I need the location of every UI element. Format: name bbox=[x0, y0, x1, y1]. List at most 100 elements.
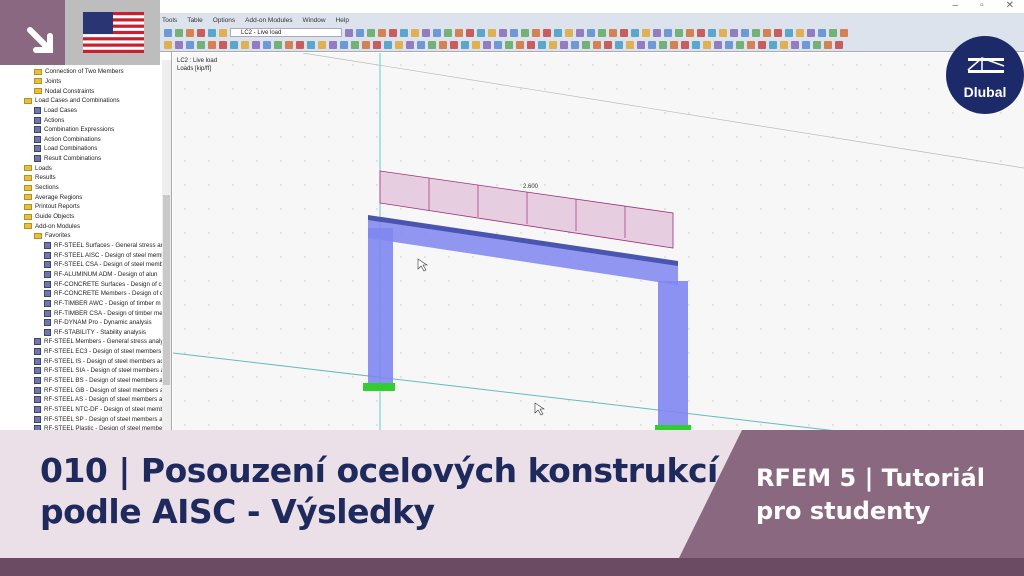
toolbar-button-icon[interactable] bbox=[345, 28, 353, 37]
toolbar-button-icon[interactable] bbox=[164, 41, 172, 49]
tree-item[interactable]: RF-ALUMINUM ADM - Design of alun bbox=[44, 270, 158, 280]
toolbar-button-icon[interactable] bbox=[307, 41, 315, 49]
toolbar-button-icon[interactable] bbox=[582, 41, 590, 49]
toolbar-button-icon[interactable] bbox=[840, 28, 848, 37]
toolbar-button-icon[interactable] bbox=[208, 41, 216, 49]
toolbar-button-icon[interactable] bbox=[802, 41, 810, 49]
toolbar-button-icon[interactable] bbox=[219, 28, 227, 37]
toolbar-button-icon[interactable] bbox=[620, 28, 628, 37]
tree-item[interactable]: RF-DYNAM Pro - Dynamic analysis bbox=[44, 318, 152, 328]
tree-item[interactable]: Favorites bbox=[34, 231, 70, 241]
tree-item[interactable]: Action Combinations bbox=[34, 135, 101, 145]
toolbar-button-icon[interactable] bbox=[686, 28, 694, 37]
load-case-select[interactable]: LC2 - Live load bbox=[230, 28, 342, 37]
tree-item[interactable]: RF-STEEL SIA - Design of steel members a bbox=[34, 366, 164, 376]
toolbar-button-icon[interactable] bbox=[450, 41, 458, 49]
tree-item[interactable]: RF-STABILITY - Stability analysis bbox=[44, 328, 146, 338]
tree-item[interactable]: RF-STEEL AISC - Design of steel memb bbox=[44, 250, 165, 260]
toolbar-button-icon[interactable] bbox=[543, 28, 551, 37]
toolbar-button-icon[interactable] bbox=[818, 28, 826, 37]
toolbar-button-icon[interactable] bbox=[521, 28, 529, 37]
toolbar-button-icon[interactable] bbox=[340, 41, 348, 49]
toolbar-button-icon[interactable] bbox=[807, 28, 815, 37]
tree-item[interactable]: Result Combinations bbox=[34, 154, 101, 164]
toolbar-button-icon[interactable] bbox=[296, 41, 304, 49]
toolbar-button-icon[interactable] bbox=[395, 41, 403, 49]
tree-item[interactable]: Printout Reports bbox=[24, 202, 80, 212]
toolbar-button-icon[interactable] bbox=[549, 41, 557, 49]
tree-item[interactable]: RF-TIMBER AWC - Design of timber m bbox=[44, 299, 161, 309]
tree-item[interactable]: RF-STEEL SP - Design of steel members ac bbox=[34, 414, 166, 424]
toolbar-button-icon[interactable] bbox=[230, 41, 238, 49]
toolbar-button-icon[interactable] bbox=[736, 41, 744, 49]
toolbar-button-icon[interactable] bbox=[609, 28, 617, 37]
tree-item[interactable]: RF-STEEL AS - Design of steel members ac bbox=[34, 395, 166, 405]
toolbar-button-icon[interactable] bbox=[615, 41, 623, 49]
toolbar-button-icon[interactable] bbox=[516, 41, 524, 49]
tree-item[interactable]: RF-TIMBER CSA - Design of timber me bbox=[44, 308, 163, 318]
toolbar-button-icon[interactable] bbox=[730, 28, 738, 37]
toolbar-button-icon[interactable] bbox=[329, 41, 337, 49]
toolbar-button-icon[interactable] bbox=[428, 41, 436, 49]
menu-tools[interactable]: Tools bbox=[162, 17, 177, 24]
toolbar-button-icon[interactable] bbox=[373, 41, 381, 49]
toolbar-button-icon[interactable] bbox=[780, 41, 788, 49]
tree-item[interactable]: RF-CONCRETE Members - Design of c bbox=[44, 289, 163, 299]
tree-item[interactable]: RF-STEEL Members - General stress analys bbox=[34, 337, 167, 347]
menu-window[interactable]: Window bbox=[302, 17, 325, 24]
toolbar-button-icon[interactable] bbox=[763, 28, 771, 37]
tree-item[interactable]: Guide Objects bbox=[24, 212, 74, 222]
toolbar-button-icon[interactable] bbox=[400, 28, 408, 37]
toolbar-button-icon[interactable] bbox=[631, 28, 639, 37]
toolbar-button-icon[interactable] bbox=[708, 28, 716, 37]
toolbar-button-icon[interactable] bbox=[829, 28, 837, 37]
toolbar-button-icon[interactable] bbox=[642, 28, 650, 37]
tree-item[interactable]: Load Cases bbox=[34, 106, 77, 116]
tree-item[interactable]: Nodal Constraints bbox=[34, 86, 94, 96]
toolbar-button-icon[interactable] bbox=[483, 41, 491, 49]
toolbar-button-icon[interactable] bbox=[356, 28, 364, 37]
toolbar-button-icon[interactable] bbox=[164, 28, 172, 37]
tree-item[interactable]: Add-on Modules bbox=[24, 221, 80, 231]
tree-item[interactable]: RF-STEEL Surfaces - General stress ana bbox=[44, 241, 168, 251]
toolbar-button-icon[interactable] bbox=[626, 41, 634, 49]
toolbar-button-icon[interactable] bbox=[389, 28, 397, 37]
tree-item[interactable]: Actions bbox=[34, 115, 64, 125]
tree-item[interactable]: RF-STEEL BS - Design of steel members ac bbox=[34, 376, 166, 386]
toolbar-button-icon[interactable] bbox=[422, 28, 430, 37]
tree-item[interactable]: Loads bbox=[24, 164, 52, 174]
tree-item[interactable]: Load Cases and Combinations bbox=[24, 96, 120, 106]
close-icon[interactable]: ✕ bbox=[1006, 0, 1014, 11]
toolbar-button-icon[interactable] bbox=[384, 41, 392, 49]
minimize-icon[interactable]: – bbox=[953, 0, 959, 11]
toolbar-button-icon[interactable] bbox=[510, 28, 518, 37]
tree-item[interactable]: Joints bbox=[34, 77, 61, 87]
menu-add-on-modules[interactable]: Add-on Modules bbox=[245, 17, 292, 24]
toolbar-button-icon[interactable] bbox=[835, 41, 843, 49]
toolbar-button-icon[interactable] bbox=[197, 28, 205, 37]
restore-icon[interactable]: ▫ bbox=[980, 0, 984, 11]
toolbar-button-icon[interactable] bbox=[417, 41, 425, 49]
toolbar-button-icon[interactable] bbox=[455, 28, 463, 37]
tree-item[interactable]: Results bbox=[24, 173, 56, 183]
toolbar-button-icon[interactable] bbox=[318, 41, 326, 49]
toolbar-button-icon[interactable] bbox=[477, 28, 485, 37]
toolbar-button-icon[interactable] bbox=[208, 28, 216, 37]
toolbar-button-icon[interactable] bbox=[675, 28, 683, 37]
toolbar-button-icon[interactable] bbox=[554, 28, 562, 37]
toolbar-button-icon[interactable] bbox=[406, 41, 414, 49]
toolbar-button-icon[interactable] bbox=[488, 28, 496, 37]
toolbar-button-icon[interactable] bbox=[186, 28, 194, 37]
toolbar-button-icon[interactable] bbox=[774, 28, 782, 37]
menu-options[interactable]: Options bbox=[213, 17, 235, 24]
menu-help[interactable]: Help bbox=[336, 17, 349, 24]
toolbar-button-icon[interactable] bbox=[598, 28, 606, 37]
toolbar-button-icon[interactable] bbox=[741, 28, 749, 37]
toolbar-button-icon[interactable] bbox=[175, 41, 183, 49]
toolbar-button-icon[interactable] bbox=[252, 41, 260, 49]
toolbar-button-icon[interactable] bbox=[538, 41, 546, 49]
menu-table[interactable]: Table bbox=[187, 17, 203, 24]
tree-item[interactable]: Connection of Two Members bbox=[34, 67, 124, 77]
tree-item[interactable]: RF-STEEL GB - Design of steel members a bbox=[34, 385, 163, 395]
toolbar-button-icon[interactable] bbox=[351, 41, 359, 49]
